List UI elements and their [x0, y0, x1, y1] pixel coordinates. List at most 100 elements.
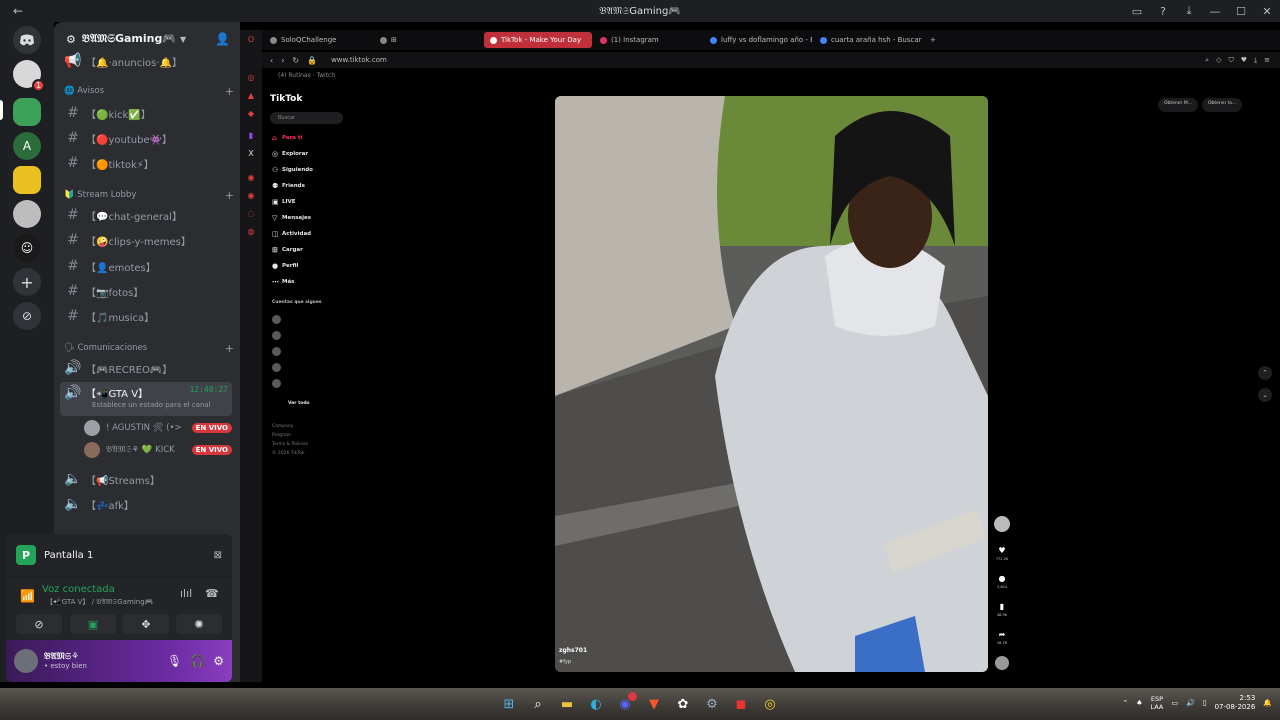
tiktok-nav-mensajes[interactable]: ▽ Mensajes: [272, 212, 348, 224]
scroll-up-button[interactable]: ⌃: [1258, 366, 1272, 380]
dm-avatar[interactable]: 1: [13, 60, 45, 92]
settings-icon[interactable]: ⚙: [703, 695, 721, 713]
followed-account[interactable]: [272, 360, 348, 374]
inbox-icon[interactable]: ▭: [1124, 0, 1150, 22]
get-app-button[interactable]: Obtener la...: [1202, 98, 1243, 112]
activities-button[interactable]: ✥: [123, 614, 169, 634]
browser-tab[interactable]: cuarta araña hsh - Buscar: [814, 32, 922, 48]
channel-tiktok[interactable]: # 【🟠tiktok⚡】: [60, 152, 232, 174]
file-explorer-icon[interactable]: ▬: [558, 695, 576, 713]
zoom-icon[interactable]: ⌕: [1205, 56, 1209, 65]
back-arrow-icon[interactable]: ←: [0, 4, 36, 18]
music-disc[interactable]: [994, 656, 1010, 670]
voice-channel-recreo[interactable]: 🔊 【🎮RECREO🎮】: [60, 357, 232, 379]
tiktok-nav-siguiendo[interactable]: ⚇ Siguiendo: [272, 164, 348, 176]
noise-suppression-icon[interactable]: ılıl: [180, 587, 192, 600]
browser-tab[interactable]: SoloQChallenge: [264, 32, 372, 48]
followed-account[interactable]: [272, 312, 348, 326]
brave-icon[interactable]: ▼: [645, 695, 663, 713]
server-icon-a[interactable]: A: [13, 132, 41, 160]
reload-icon[interactable]: ↻: [292, 56, 299, 65]
share-screen-button[interactable]: ▣: [70, 614, 116, 634]
shield-icon[interactable]: ⛉: [1228, 56, 1233, 65]
discord-taskbar-icon[interactable]: ◉ 1: [616, 692, 637, 713]
signal-icon[interactable]: 📶: [20, 589, 35, 603]
sidebar-icon[interactable]: ◉: [246, 190, 256, 200]
tiktok-logo[interactable]: TikTok: [270, 94, 302, 104]
explore-compass-icon[interactable]: ⊘: [13, 302, 41, 330]
back-icon[interactable]: ‹: [270, 56, 273, 65]
headphones-icon[interactable]: 🎧: [190, 654, 205, 668]
download-icon[interactable]: ⤓: [1254, 56, 1257, 65]
tiktok-nav-para-ti[interactable]: ⌂ Para ti: [272, 132, 348, 144]
channel-fotos[interactable]: # 【📷fotos】: [60, 280, 232, 302]
browser-tab[interactable]: (1) Instagram: [594, 32, 702, 48]
channel-youtube[interactable]: # 【🔴youtube👾】: [60, 127, 232, 149]
server-icon-anime[interactable]: [13, 200, 41, 228]
microphone-icon[interactable]: 🎙: [167, 654, 182, 668]
footer-link[interactable]: Program: [272, 433, 291, 438]
comment-button[interactable]: ● 3,644: [994, 574, 1010, 589]
bookmarks-bar[interactable]: (4) Rutinas · Twitch: [262, 72, 562, 84]
category-stream-lobby[interactable]: 🔰 Stream Lobby +: [64, 188, 234, 202]
tiktok-nav-mas[interactable]: ⋯ Más: [272, 276, 348, 288]
disconnect-icon[interactable]: ☎: [205, 587, 219, 600]
sidebar-icon[interactable]: ◆: [246, 108, 256, 118]
channel-kick[interactable]: # 【🟢kick✅】: [60, 102, 232, 124]
tiktok-nav-perfil[interactable]: ● Perfil: [272, 260, 348, 272]
tray-up-icon[interactable]: ⌃: [1122, 699, 1128, 707]
tiktok-nav-cargar[interactable]: ⊞ Cargar: [272, 244, 348, 256]
clock[interactable]: 2:53 07-08-2026: [1215, 694, 1256, 712]
windows-start-icon[interactable]: ⊞: [500, 695, 518, 713]
voice-connected-status[interactable]: Voz conectada: [42, 584, 115, 595]
voice-channel-afk[interactable]: 🔈 【💤afk】: [60, 493, 232, 515]
help-icon[interactable]: ?: [1150, 0, 1176, 22]
download-icon[interactable]: ⤓: [1176, 0, 1202, 22]
browser-tab-active[interactable]: TikTok - Make Your Day: [484, 32, 592, 48]
forward-icon[interactable]: ›: [281, 56, 284, 65]
followed-account[interactable]: [272, 344, 348, 358]
tiktok-nav-actividad[interactable]: ◫ Actividad: [272, 228, 348, 240]
voice-user[interactable]: 𝔅𝔄𝔐𝔖⚘ 💚 KICK EN VIVO: [84, 440, 232, 460]
language-indicator[interactable]: ESP LAA: [1151, 695, 1164, 711]
avatar[interactable]: [14, 649, 38, 673]
stop-stream-icon[interactable]: ⊠: [214, 550, 222, 561]
footer-link[interactable]: Terms & Policies: [272, 442, 308, 447]
see-all-link[interactable]: Ver todo: [288, 401, 310, 406]
channel-chat-general[interactable]: # 【💬chat-general】: [60, 204, 232, 226]
tray-app-icon[interactable]: ♠: [1136, 699, 1142, 707]
server-icon-mask[interactable]: ☺: [13, 234, 41, 262]
channel-musica[interactable]: # 【🎵musica】: [60, 305, 232, 327]
add-server-icon[interactable]: +: [13, 268, 41, 296]
channel-emotes[interactable]: # 【👤emotes】: [60, 255, 232, 277]
video-username[interactable]: zghs701: [559, 647, 587, 654]
soundboard-button[interactable]: ✺: [176, 614, 222, 634]
scroll-down-button[interactable]: ⌄: [1258, 388, 1272, 402]
save-button[interactable]: ▮ 48.9K: [994, 602, 1010, 617]
tiktok-nav-explorar[interactable]: ◎ Explorar: [272, 148, 348, 160]
app-icon[interactable]: ◎: [761, 695, 779, 713]
voice-channel-gta[interactable]: 🔊 【📲GTA V】 12:48:27 Establece un estado …: [60, 382, 232, 416]
add-channel-icon[interactable]: +: [225, 342, 234, 355]
sidebar-icon[interactable]: ◎: [246, 72, 256, 82]
sidebar-icon[interactable]: ◌: [246, 208, 256, 218]
category-comunicaciones[interactable]: 🗣 Comunicaciones +: [64, 341, 234, 355]
footer-link[interactable]: Company: [272, 424, 293, 429]
menu-icon[interactable]: ≡: [1264, 56, 1270, 65]
server-icon-bams[interactable]: [13, 98, 41, 126]
voice-user[interactable]: ! AGUSTIN 🛠 (•> EN VIVO: [84, 418, 232, 438]
close-icon[interactable]: ✕: [1254, 0, 1280, 22]
sidebar-icon[interactable]: ▲: [246, 90, 256, 100]
sidebar-icon[interactable]: ◍: [246, 226, 256, 236]
category-avisos[interactable]: 🌐 Avisos +: [64, 84, 234, 98]
tiktok-search-input[interactable]: Buscar: [270, 112, 343, 124]
notification-icon[interactable]: 🔔: [1263, 699, 1272, 707]
new-tab-button[interactable]: +: [924, 32, 938, 48]
followed-account[interactable]: [272, 376, 348, 390]
server-icon-pixel[interactable]: [13, 166, 41, 194]
tiktok-nav-live[interactable]: ▣ LIVE: [272, 196, 348, 208]
network-icon[interactable]: ▭: [1171, 699, 1178, 707]
like-button[interactable]: ♥ 771.2K: [994, 546, 1010, 561]
followed-account[interactable]: [272, 328, 348, 342]
camera-off-button[interactable]: ⊘: [16, 614, 62, 634]
